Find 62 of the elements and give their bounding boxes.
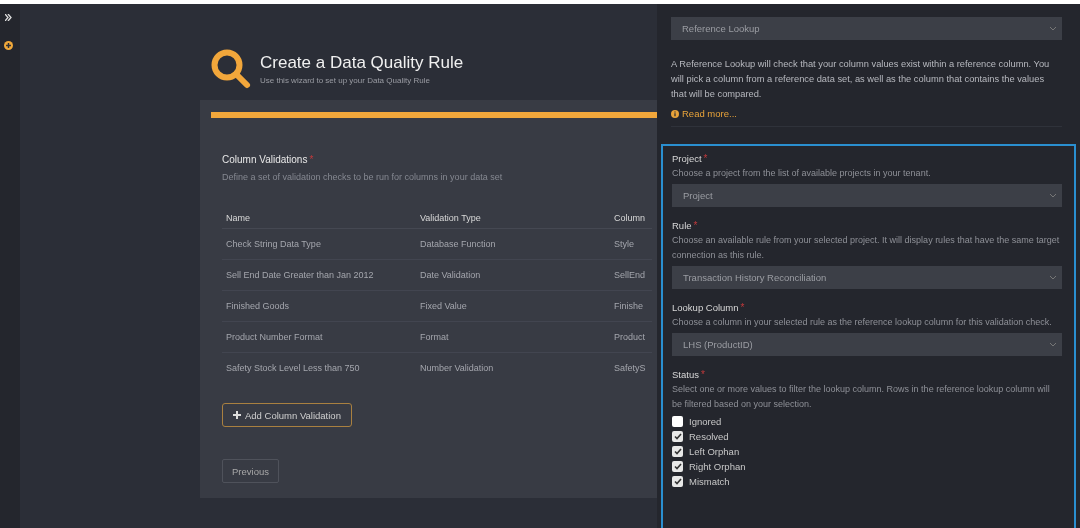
add-icon[interactable] <box>3 41 13 50</box>
dropdown-field[interactable]: LHS (ProductID) <box>672 333 1062 356</box>
required-mark: * <box>703 153 708 164</box>
search-icon <box>210 48 252 90</box>
chevron-down-icon <box>1050 26 1056 31</box>
dropdown-field[interactable]: Project <box>672 184 1062 207</box>
read-more-link[interactable]: Read more... <box>682 108 737 119</box>
checkbox[interactable] <box>672 415 683 427</box>
checkbox[interactable] <box>672 475 683 487</box>
checkbox-label: Right Orphan <box>689 460 746 472</box>
column-header: Name <box>222 208 416 229</box>
page-title: Create a Data Quality Rule <box>260 53 464 73</box>
chevron-down-icon <box>1050 342 1056 347</box>
required-mark: * <box>693 220 698 231</box>
table-cell: Database Function <box>416 228 610 260</box>
chevron-down-icon <box>1050 193 1056 198</box>
field-description: Choose a project from the list of available projects in your tenant. <box>672 167 932 180</box>
page-subtitle: Use this wizard to set up your Data Quality Rule <box>260 76 431 85</box>
field-label: Lookup Column <box>672 302 739 313</box>
chevron-icon[interactable] <box>4 14 12 21</box>
table-cell: Number Validation <box>416 352 610 383</box>
table-cell: Date Validation <box>416 259 610 291</box>
chevron-down-icon <box>1050 275 1056 280</box>
checkbox[interactable] <box>672 460 683 472</box>
table-cell: Format <box>416 321 610 353</box>
field-description: Select one or more values to filter the lookup column. Rows in the reference lookup column will be filtered based on your selection. <box>672 383 1051 411</box>
plus-icon <box>233 411 241 419</box>
section-description: Define a set of validation checks to be run for columns in your data set <box>222 172 504 182</box>
field-label: Project <box>672 153 702 164</box>
table-cell: Finishe <box>610 290 652 322</box>
field-label: Rule <box>672 220 692 231</box>
dropdown-field[interactable]: Transaction History Reconciliation <box>672 266 1062 289</box>
required-mark: * <box>309 154 314 165</box>
table-cell: Style <box>610 228 652 260</box>
checkbox-label: Ignored <box>689 415 722 427</box>
table-cell: SellEnd <box>610 259 652 291</box>
table-cell: Safety Stock Level Less than 750 <box>222 352 416 383</box>
table-cell: Fixed Value <box>416 290 610 322</box>
field-description: Choose an available rule from your selected project. It will display rules that have the same target connection as this rule. <box>672 234 1061 262</box>
section-title: Column Validations <box>222 154 308 165</box>
table-cell: Finished Goods <box>222 290 416 322</box>
column-header: Column <box>610 208 652 229</box>
required-mark: * <box>740 302 745 313</box>
column-header: Validation Type <box>416 208 610 229</box>
field-label: Status <box>672 369 699 380</box>
table-cell: Check String Data Type <box>222 228 416 260</box>
info-icon <box>671 109 679 118</box>
validation-description: A Reference Lookup will check that your column values exist within a reference column. You will pick a column from a reference data set, as well as the column that contains the values that will be compared. <box>671 58 1051 101</box>
checkbox[interactable] <box>672 430 683 442</box>
checkbox-label: Resolved <box>689 430 729 442</box>
checkbox-label: Left Orphan <box>689 445 740 457</box>
field-description: Choose a column in your selected rule as the reference lookup column for this validation check. <box>672 316 1053 329</box>
table-cell: Product <box>610 321 652 353</box>
required-mark: * <box>700 369 705 380</box>
table-cell: Sell End Date Greater than Jan 2012 <box>222 259 416 291</box>
checkbox[interactable] <box>672 445 683 457</box>
checkbox-label: Mismatch <box>689 475 730 487</box>
table-cell: SafetyS <box>610 352 652 383</box>
previous-button[interactable]: Previous <box>222 459 279 483</box>
validation-type-select[interactable]: Reference Lookup <box>671 17 1062 40</box>
add-column-validation-button[interactable]: Add Column Validation <box>222 403 352 427</box>
table-cell: Product Number Format <box>222 321 416 353</box>
